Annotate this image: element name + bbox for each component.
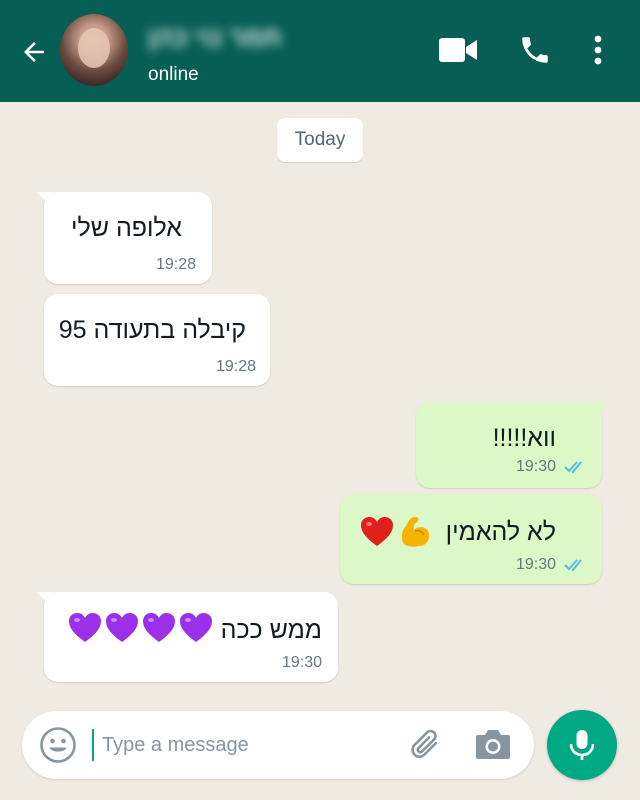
more-options-button[interactable] (576, 28, 620, 72)
message-time: 19:30 (281, 654, 322, 671)
bubble-tail (36, 592, 54, 608)
message-text: קיבלה בתעודה 95 (58, 316, 246, 344)
message-bubble-outgoing[interactable]: לא להאמין 19:30 (340, 494, 602, 584)
message-text: לא להאמין (445, 518, 556, 546)
contact-status: online (148, 64, 199, 85)
message-time: 19:30 (515, 556, 556, 573)
back-arrow-icon (24, 42, 44, 62)
camera-button[interactable] (474, 727, 512, 763)
phone-icon (522, 37, 548, 63)
purple-heart-emoji (180, 613, 212, 642)
message-text: ווא!!!!! (492, 424, 556, 452)
message-bubble-incoming[interactable]: ממש ככה 19:30 (36, 592, 338, 682)
message-bubble-outgoing[interactable]: ווא!!!!! 19:30 (416, 402, 610, 488)
message-text: אלופה שלי (71, 214, 182, 242)
message-bubble-incoming[interactable]: קיבלה בתעודה 95 19:28 (44, 294, 270, 386)
read-receipt-icon (564, 559, 582, 572)
bubble-tail (36, 192, 54, 208)
voice-call-button[interactable] (513, 28, 557, 72)
camera-icon (476, 730, 510, 759)
purple-heart-emoji (69, 613, 101, 642)
purple-heart-emoji (143, 613, 175, 642)
video-camera-icon (439, 38, 477, 62)
bubble-tail (592, 402, 610, 418)
contact-avatar[interactable] (60, 14, 128, 86)
attach-button[interactable] (408, 727, 444, 763)
message-bubble-incoming[interactable]: אלופה שלי 19:28 (36, 192, 212, 284)
purple-hearts (68, 612, 218, 648)
chat-header: תמר נוי כהן online (0, 0, 640, 102)
emoji-button[interactable] (38, 725, 78, 765)
read-receipt-icon (564, 461, 582, 474)
message-time: 19:28 (215, 358, 256, 375)
red-heart-emoji (361, 517, 393, 546)
paperclip-icon (411, 729, 438, 759)
message-composer (22, 711, 534, 779)
message-text: ממש ככה (220, 616, 322, 644)
chat-area: Today אלופה שלי 19:28 קיבלה בתעודה 95 19… (0, 102, 640, 702)
microphone-icon (569, 730, 595, 760)
flexed-biceps-emoji (401, 516, 430, 547)
voice-message-button[interactable] (547, 710, 617, 780)
smiley-icon (40, 727, 76, 763)
date-divider: Today (277, 118, 363, 162)
back-button[interactable] (14, 32, 54, 72)
video-call-button[interactable] (436, 28, 480, 72)
contact-name[interactable]: תמר נוי כהן (148, 22, 282, 53)
message-time: 19:28 (155, 256, 196, 273)
message-input[interactable] (92, 729, 392, 761)
purple-heart-emoji (106, 613, 138, 642)
more-vertical-icon (594, 35, 602, 65)
message-time: 19:30 (515, 458, 556, 475)
